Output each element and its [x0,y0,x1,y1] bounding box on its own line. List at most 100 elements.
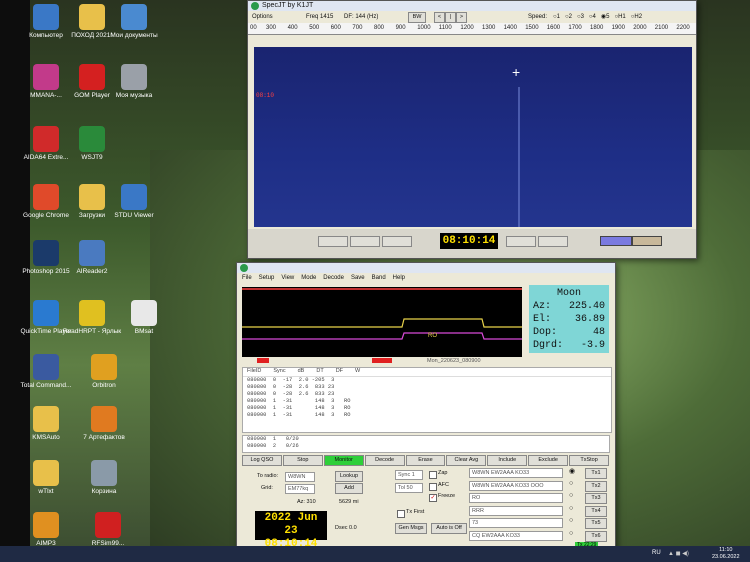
desktop-icon-orbitron[interactable]: Orbitron [74,354,134,390]
tx-radio-icon[interactable]: ○ [569,517,573,524]
menu-band[interactable]: Band [372,275,386,281]
tx-radio-icon[interactable]: ○ [569,530,573,537]
tol-spinner[interactable]: Tol 50 [395,483,423,493]
tx-message-field[interactable]: RO [469,493,563,503]
tx2-button[interactable]: Tx2 [585,480,607,492]
specjt-slider-3[interactable] [382,236,412,247]
speed-option-3[interactable]: ○3 [577,14,584,20]
tx-message-field[interactable]: W8WN EW2AAA KO33 OOO [469,480,563,491]
specjt-toolbar: Options Freq 1415 DF: 144 (Hz) BW < | > … [248,11,696,23]
desktop-icon-wsjt-globe[interactable]: WSJT9 [62,126,122,162]
wsjt-titlebar[interactable] [237,263,615,273]
speed-option-H2[interactable]: ○H2 [631,14,642,20]
specjt-slider-5[interactable] [538,236,568,247]
to-radio-field[interactable]: W8WN [285,472,315,482]
freeze-checkbox[interactable]: ✓ [429,494,437,502]
specjt-slider-1[interactable] [318,236,348,247]
desktop-icon-readhrpt[interactable]: ReadHRPT - Ярлык [62,300,122,336]
tx-radio-icon[interactable]: ○ [569,505,573,512]
tx-first-checkbox[interactable] [397,510,405,518]
tx-radio-icon[interactable]: ○ [569,492,573,499]
desktop-icon-wtlxt-folder[interactable]: wTlxt [16,460,76,496]
desktop-icon-label: 7 Артефактов [83,434,125,441]
scale-tick-label: 2000 [633,25,647,31]
bw-button[interactable]: BW [408,12,426,23]
wsjt-app-icon [240,264,248,272]
tx-radio-icon[interactable]: ○ [569,480,573,487]
gen-msgs-button[interactable]: Gen Msgs [395,523,427,534]
tx-marker [257,358,269,363]
specjt-titlebar[interactable]: SpecJT by K1JT [248,1,696,11]
wsjt-menubar: File Setup View Mode Decode Save Band Help [237,273,615,283]
tx-message-field[interactable]: W8WN EW2AAA KO33 [469,468,563,478]
desktop-icon-kmsauto-folder[interactable]: KMSAuto [16,406,76,442]
documents-icon [121,4,147,30]
decode-text-area[interactable]: FileID Sync dB DT DF W 080800 0 -17 2.0 -205 … [242,367,612,433]
clear-avg-button[interactable]: Clear Avg [446,455,487,466]
tx-message-field[interactable]: CQ EW2AAA KO33 [469,530,563,541]
monitor-button[interactable]: Monitor [323,455,364,466]
menu-mode[interactable]: Mode [301,275,316,281]
menu-file[interactable]: File [242,275,252,281]
menu-save[interactable]: Save [351,275,365,281]
log-qso-button[interactable]: Log QSO [242,455,282,466]
menu-setup[interactable]: Setup [259,275,275,281]
desktop-icon-stdu-viewer[interactable]: STDU Viewer [104,184,164,220]
average-text-area[interactable]: 080900 1 0/20 080900 2 0/26 [242,435,610,453]
grid-field[interactable]: EM77kq [285,484,315,494]
tx5-button[interactable]: Tx5 [585,518,607,529]
desktop-icon-bmsat-file[interactable]: BMsat [114,300,174,336]
desktop-icon-documents[interactable]: Мои документы [104,4,164,40]
desktop-icon-artifacts[interactable]: 7 Артефактов [74,406,134,442]
tx-message-field[interactable]: RRR [469,505,563,516]
txstop-button[interactable]: TxStop [569,455,609,466]
waterfall-display[interactable]: 08:10 + [254,47,692,227]
tx4-button[interactable]: Tx4 [585,505,607,517]
speed-option-2[interactable]: ○2 [565,14,572,20]
erase-button[interactable]: Erase [405,455,446,466]
spectrum-plot-svg [242,288,522,340]
tx1-button[interactable]: Tx1 [585,468,607,479]
desktop-icon-music[interactable]: Моя музыка [104,64,164,100]
desktop-icon-aireader[interactable]: AIReader2 [62,240,122,276]
tx3-button[interactable]: Tx3 [585,493,607,504]
moon-panel: Moon Az: 225.40 El: 36.89 Dop: 48 Dgrd: -3.9 [529,285,609,353]
scale-tick-label: 1400 [503,25,517,31]
specjt-slider-4[interactable] [506,236,536,247]
desktop-icon-label: AIReader2 [76,268,108,275]
exclude-button[interactable]: Exclude [528,455,569,466]
nav-left-button[interactable]: < [434,12,445,23]
decode-button[interactable]: Decode [364,455,405,466]
menu-decode[interactable]: Decode [323,275,344,281]
auto-button[interactable]: Auto is Off [431,523,467,534]
language-indicator[interactable]: RU [652,550,661,556]
add-button[interactable]: Add [335,483,363,494]
waterfall-time-label: 08:10 [256,92,275,99]
sync-spinner[interactable]: Sync 1 [395,470,423,480]
desktop-icon-aimp[interactable]: AIMP3 [16,512,76,548]
tx6-button[interactable]: Tx6 [585,530,607,542]
speed-option-H1[interactable]: ○H1 [614,14,625,20]
taskbar-clock[interactable]: 11:10 23.06.2022 [712,547,740,561]
lookup-button[interactable]: Lookup [335,471,363,482]
afc-checkbox[interactable] [429,483,437,491]
nav-right-button[interactable]: > [456,12,467,23]
include-button[interactable]: Include [487,455,528,466]
stop-button[interactable]: Stop [282,455,323,466]
zap-checkbox[interactable] [429,471,437,479]
specjt-slider-2[interactable] [350,236,380,247]
speed-option-label: 1 [556,14,560,20]
tx-radio-icon[interactable]: ◉ [569,467,575,475]
speed-option-5[interactable]: ◉5 [601,14,610,20]
desktop-icon-rfsim[interactable]: RFSim99... [78,512,138,548]
wtlxt-folder-icon [33,460,59,486]
menu-view[interactable]: View [281,275,294,281]
tx-message-field[interactable]: 73 [469,518,563,528]
speed-option-4[interactable]: ○4 [589,14,596,20]
nav-center-button[interactable]: | [445,12,456,23]
speed-option-1[interactable]: ○1 [553,14,560,20]
desktop-icon-recycle-bin[interactable]: Корзина [74,460,134,496]
desktop-icon-total-commander[interactable]: Total Command... [16,354,76,390]
menu-help[interactable]: Help [393,275,405,281]
options-menu[interactable]: Options [252,11,273,23]
